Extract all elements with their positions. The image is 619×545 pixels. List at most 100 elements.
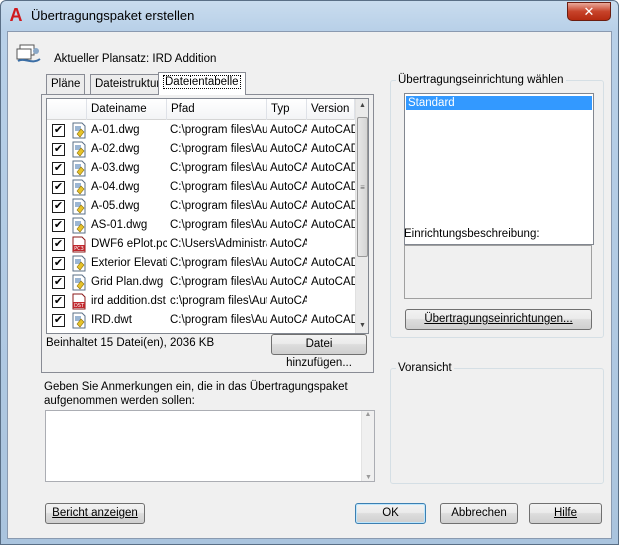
cell-filename: Grid Plan.dwg bbox=[91, 276, 164, 288]
cancel-button[interactable]: Abbrechen bbox=[440, 503, 518, 524]
column-header-type[interactable]: Typ bbox=[267, 99, 307, 120]
setup-listbox[interactable]: Standard bbox=[404, 93, 594, 245]
cell-path: c:\program files\Aut bbox=[170, 295, 267, 307]
row-checkbox[interactable]: ✔ bbox=[52, 143, 65, 156]
cell-version bbox=[311, 235, 355, 254]
notes-scroll-down-icon[interactable]: ▼ bbox=[362, 474, 375, 481]
cell-filename: ird addition.dst bbox=[91, 295, 166, 307]
table-row[interactable]: ✔ A-03.dwg C:\program files\Aut AutoCA AutoC… bbox=[47, 159, 355, 178]
row-checkbox[interactable]: ✔ bbox=[52, 295, 65, 308]
cell-filename: A-04.dwg bbox=[91, 181, 140, 193]
file-table: Dateiname Pfad Typ Version ✔ A-01.dwg C:\p… bbox=[46, 98, 369, 334]
autocad-a-icon: A bbox=[9, 5, 23, 25]
table-row[interactable]: ✔ DST ird addition.dst c:\program files\Aut… bbox=[47, 292, 355, 311]
notes-label-line2: aufgenommen werden sollen: bbox=[44, 395, 195, 407]
cell-path: C:\program files\Aut bbox=[170, 314, 267, 326]
cell-type: AutoCA bbox=[270, 295, 307, 307]
cell-version: AutoCAD bbox=[311, 143, 355, 155]
transmittal-setups-button[interactable]: Übertragungseinrichtungen... bbox=[405, 309, 592, 330]
cell-version: AutoCAD bbox=[311, 162, 355, 174]
scroll-down-icon[interactable]: ▼ bbox=[356, 319, 368, 333]
ok-button[interactable]: OK bbox=[355, 503, 426, 524]
help-button[interactable]: Hilfe bbox=[529, 503, 602, 524]
notes-scroll-up-icon[interactable]: ▲ bbox=[362, 411, 374, 418]
close-button[interactable]: ✕ bbox=[567, 2, 611, 21]
cell-version bbox=[311, 292, 355, 311]
transmittal-setups-label: Übertragungseinrichtungen... bbox=[424, 313, 573, 325]
notes-label-line1: Geben Sie Anmerkungen ein, die in das Üb… bbox=[44, 381, 348, 393]
column-header-filename[interactable]: Dateiname bbox=[87, 99, 167, 120]
cell-version: AutoCAD bbox=[311, 181, 355, 193]
cell-type: AutoCA bbox=[270, 162, 307, 174]
setup-description-label: Einrichtungsbeschreibung: bbox=[404, 228, 540, 240]
row-checkbox[interactable]: ✔ bbox=[52, 257, 65, 270]
row-checkbox[interactable]: ✔ bbox=[52, 219, 65, 232]
row-checkbox[interactable]: ✔ bbox=[52, 238, 65, 251]
cell-path: C:\program files\Aut bbox=[170, 257, 267, 269]
tab-file-table[interactable]: Dateientabelle bbox=[158, 72, 246, 95]
show-report-label: Bericht anzeigen bbox=[52, 507, 138, 519]
cell-filename: DWF6 ePlot.pc3 bbox=[91, 238, 167, 250]
cell-path: C:\program files\Aut bbox=[170, 276, 267, 288]
title-bar: A Übertragungspaket erstellen ✕ bbox=[1, 1, 618, 31]
dwg-file-icon bbox=[71, 274, 87, 291]
table-scrollbar[interactable]: ▲ ≡ ▼ bbox=[355, 99, 368, 333]
cell-path: C:\program files\Aut bbox=[170, 124, 267, 136]
row-checkbox[interactable]: ✔ bbox=[52, 314, 65, 327]
notes-scrollbar[interactable]: ▲ ▼ bbox=[361, 411, 374, 481]
row-checkbox[interactable]: ✔ bbox=[52, 181, 65, 194]
dwg-file-icon bbox=[71, 141, 87, 158]
cell-path: C:\program files\Aut bbox=[170, 143, 267, 155]
tab-sheets[interactable]: Pläne bbox=[46, 74, 86, 94]
table-row[interactable]: ✔ A-01.dwg C:\program files\Aut AutoCA AutoC… bbox=[47, 121, 355, 140]
table-row[interactable]: ✔ AS-01.dwg C:\program files\Aut AutoCA Auto… bbox=[47, 216, 355, 235]
row-checkbox[interactable]: ✔ bbox=[52, 276, 65, 289]
table-row[interactable]: ✔ A-05.dwg C:\program files\Aut AutoCA AutoC… bbox=[47, 197, 355, 216]
dialog-client-area: Aktueller Plansatz: IRD Addition Pläne D… bbox=[7, 31, 612, 539]
table-row[interactable]: ✔ PC3 DWF6 ePlot.pc3 C:\Users\Administra Aut… bbox=[47, 235, 355, 254]
dwg-file-icon bbox=[71, 122, 87, 139]
show-report-button[interactable]: Bericht anzeigen bbox=[45, 503, 145, 524]
tab-file-tree[interactable]: Dateistruktur bbox=[90, 74, 166, 94]
sheet-set-icon bbox=[16, 44, 41, 63]
table-row[interactable]: ✔ Exterior Elevatio C:\program files\Aut Au… bbox=[47, 254, 355, 273]
cell-type: AutoCA bbox=[270, 200, 307, 212]
setup-group-label: Übertragungseinrichtung wählen bbox=[396, 74, 566, 86]
svg-text:DST: DST bbox=[74, 303, 85, 309]
dwg-file-icon bbox=[71, 255, 87, 272]
cell-type: AutoCA bbox=[270, 314, 307, 326]
cell-path: C:\program files\Aut bbox=[170, 181, 267, 193]
table-row[interactable]: ✔ IRD.dwt C:\program files\Aut AutoCA AutoCA… bbox=[47, 311, 355, 330]
cell-type: AutoCA bbox=[270, 238, 307, 250]
table-header: Dateiname Pfad Typ Version bbox=[47, 99, 355, 120]
cell-filename: A-01.dwg bbox=[91, 124, 140, 136]
scroll-up-icon[interactable]: ▲ bbox=[356, 99, 368, 113]
setup-list-item-standard[interactable]: Standard bbox=[406, 96, 592, 110]
column-header-path[interactable]: Pfad bbox=[167, 99, 267, 120]
row-checkbox[interactable]: ✔ bbox=[52, 200, 65, 213]
cell-filename: A-05.dwg bbox=[91, 200, 140, 212]
cell-version: AutoCAD bbox=[311, 200, 355, 212]
cell-path: C:\Users\Administra bbox=[170, 238, 267, 250]
table-row[interactable]: ✔ A-04.dwg C:\program files\Aut AutoCA AutoC… bbox=[47, 178, 355, 197]
dwg-file-icon bbox=[71, 217, 87, 234]
file-summary: Beinhaltet 15 Datei(en), 2036 KB bbox=[46, 337, 215, 349]
dialog-window: A Übertragungspaket erstellen ✕ Aktuelle… bbox=[0, 0, 619, 545]
cell-path: C:\program files\Aut bbox=[170, 219, 267, 231]
notes-textarea[interactable]: ▲ ▼ bbox=[45, 410, 375, 482]
column-header-version[interactable]: Version bbox=[307, 99, 355, 120]
scroll-thumb[interactable]: ≡ bbox=[357, 117, 368, 257]
row-checkbox[interactable]: ✔ bbox=[52, 124, 65, 137]
table-row[interactable]: ✔ A-02.dwg C:\program files\Aut AutoCA AutoC… bbox=[47, 140, 355, 159]
cell-type: AutoCA bbox=[270, 181, 307, 193]
dwg-file-icon bbox=[71, 198, 87, 215]
current-sheet-set-label: Aktueller Plansatz: IRD Addition bbox=[54, 53, 217, 65]
cell-version: AutoCAD bbox=[311, 314, 355, 326]
dst-file-icon: DST bbox=[71, 293, 87, 310]
svg-text:PC3: PC3 bbox=[74, 246, 84, 252]
add-file-button[interactable]: Datei hinzufügen... bbox=[271, 334, 367, 369]
tab-file-table-label: Dateientabelle bbox=[163, 75, 241, 89]
table-row[interactable]: ✔ Grid Plan.dwg C:\program files\Aut AutoCA… bbox=[47, 273, 355, 292]
row-checkbox[interactable]: ✔ bbox=[52, 162, 65, 175]
cell-version: AutoCAD bbox=[311, 257, 355, 269]
